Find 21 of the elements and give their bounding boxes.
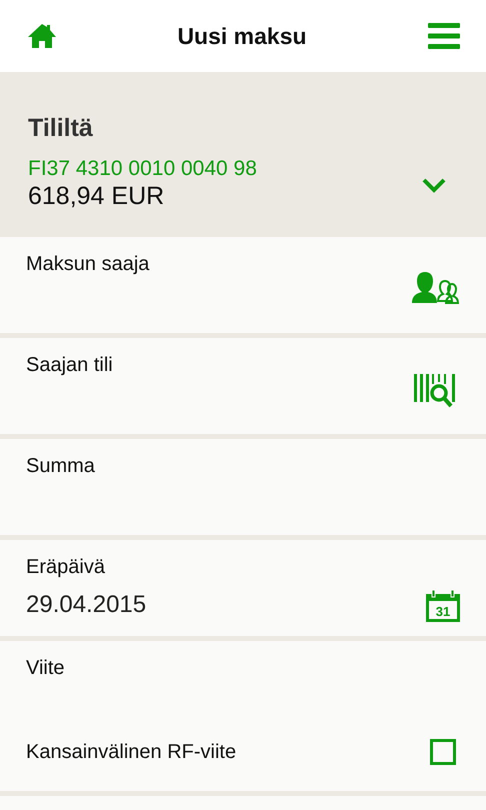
form-field[interactable]: Saajan tili bbox=[0, 338, 486, 434]
account-number: FI37 4310 0010 0040 98 bbox=[28, 157, 258, 181]
field-value: 29.04.2015 bbox=[26, 591, 146, 619]
account-balance: 618,94 EUR bbox=[28, 181, 164, 211]
form-field[interactable]: Maksun saaja bbox=[0, 237, 486, 333]
field-label: Summa bbox=[26, 455, 96, 478]
field-label: Maksun saaja bbox=[26, 253, 150, 276]
contacts-icon[interactable] bbox=[412, 271, 460, 305]
field-label: Eräpäivä bbox=[26, 556, 106, 579]
form-field[interactable]: Viite Kansainvälinen RF-viite bbox=[0, 641, 486, 791]
field-label: Viite bbox=[26, 657, 66, 680]
checkbox-label: Kansainvälinen RF-viite bbox=[26, 740, 236, 764]
menu-icon[interactable] bbox=[428, 23, 460, 49]
section-title: Tililtä bbox=[28, 114, 94, 143]
home-icon[interactable] bbox=[28, 24, 56, 48]
form-field[interactable]: Eräpäivä 29.04.2015 31 bbox=[0, 540, 486, 636]
field-label: Saajan tili bbox=[26, 354, 114, 377]
checkbox[interactable] bbox=[430, 739, 456, 765]
page-title: Uusi maksu bbox=[177, 22, 307, 50]
form-field[interactable]: Summa bbox=[0, 439, 486, 535]
chevron-down-icon[interactable] bbox=[422, 177, 446, 193]
